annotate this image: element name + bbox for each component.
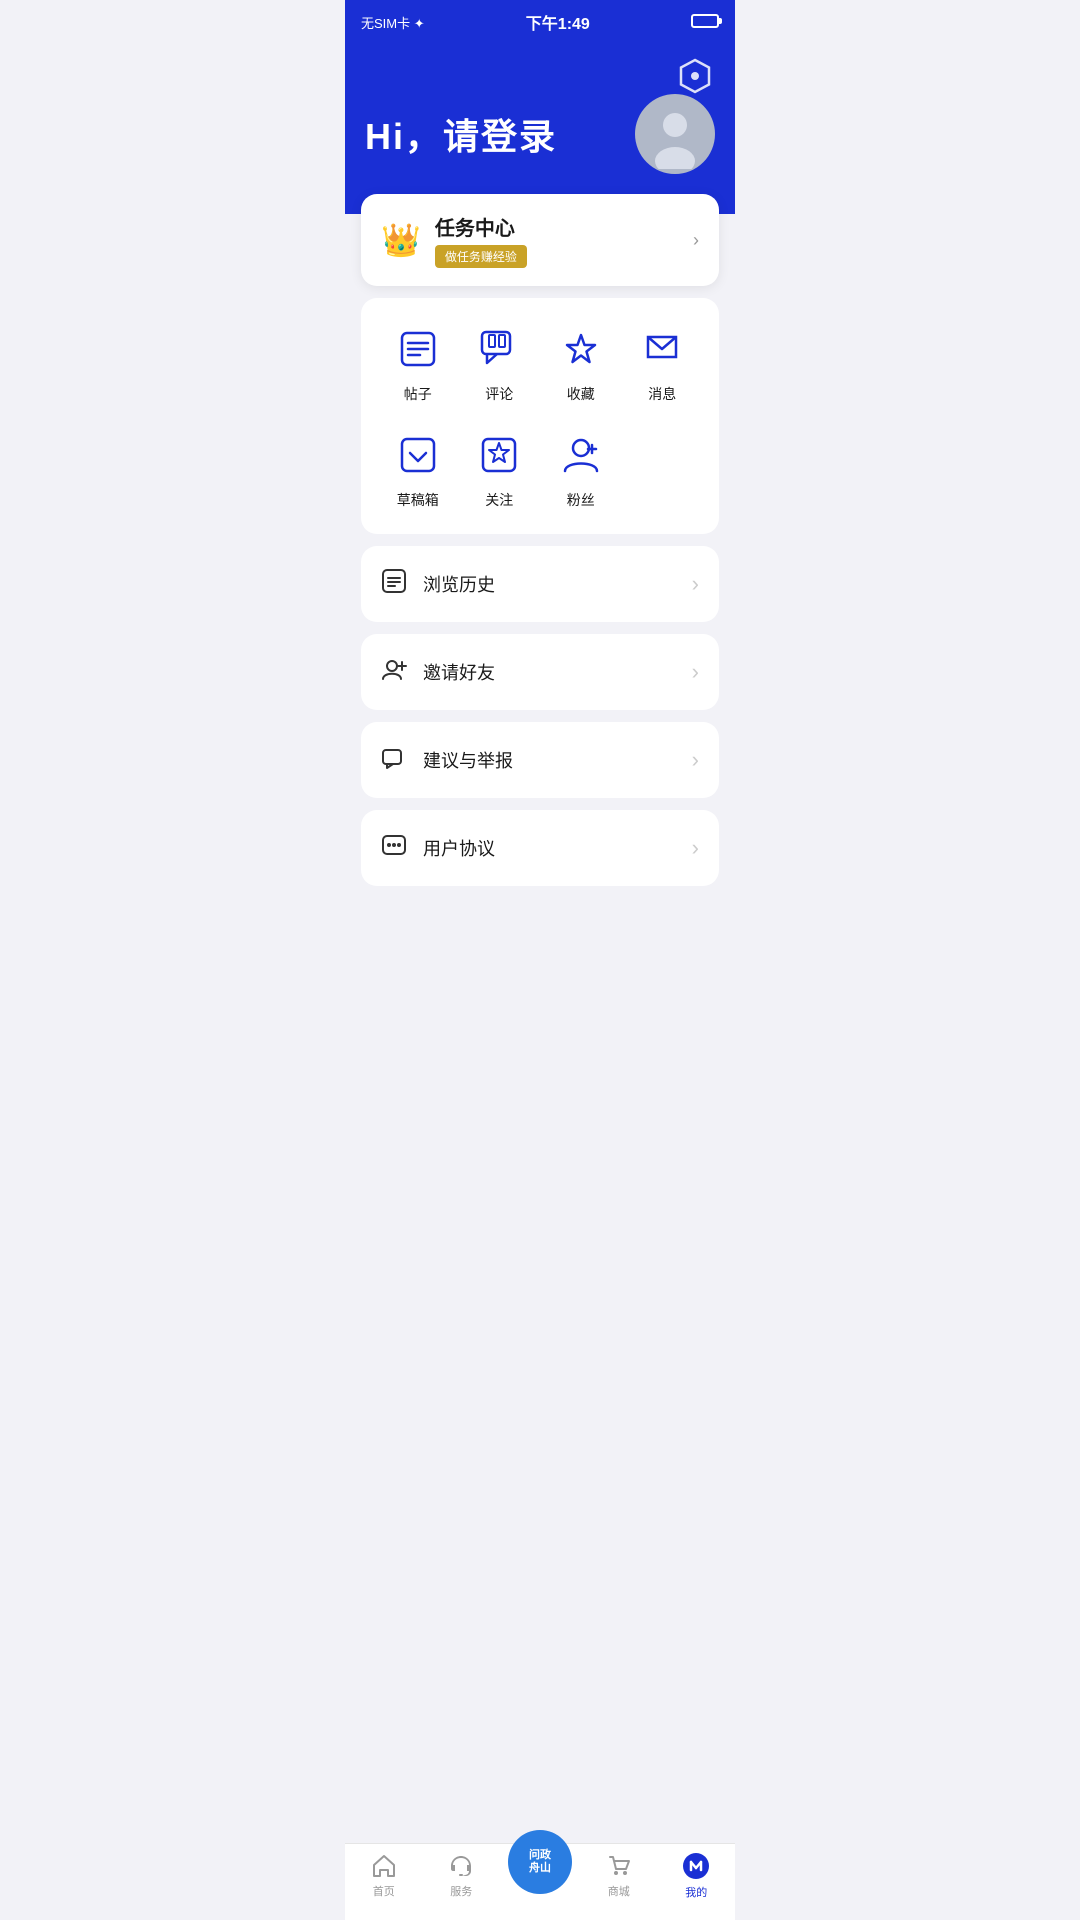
invite-friends-chevron: › bbox=[692, 659, 699, 685]
icons-card: 帖子 评论 收藏 bbox=[361, 298, 719, 534]
drafts-icon-item[interactable]: 草稿箱 bbox=[383, 428, 453, 510]
invite-friends-label: 邀请好友 bbox=[423, 659, 495, 685]
favorites-icon bbox=[554, 322, 608, 376]
tab-center[interactable]: 问政舟山 bbox=[500, 1858, 580, 1894]
user-agreement-chevron: › bbox=[692, 835, 699, 861]
user-agreement-item[interactable]: 用户协议 › bbox=[361, 810, 719, 886]
browse-history-item[interactable]: 浏览历史 › bbox=[361, 546, 719, 622]
feedback-icon bbox=[381, 744, 407, 776]
crown-icon: 👑 bbox=[381, 221, 421, 259]
task-center-card[interactable]: 👑 任务中心 做任务赚经验 › bbox=[361, 194, 719, 286]
tab-home[interactable]: 首页 bbox=[345, 1853, 423, 1899]
browse-history-left: 浏览历史 bbox=[381, 568, 495, 600]
feedback-item[interactable]: 建议与举报 › bbox=[361, 722, 719, 798]
messages-label: 消息 bbox=[648, 384, 676, 404]
center-button[interactable]: 问政舟山 bbox=[508, 1830, 572, 1894]
browse-history-icon bbox=[381, 568, 407, 600]
feedback-label: 建议与举报 bbox=[423, 747, 513, 773]
task-left: 👑 任务中心 做任务赚经验 bbox=[381, 212, 527, 268]
messages-icon-item[interactable]: 消息 bbox=[627, 322, 697, 404]
header-area: Hi，请登录 bbox=[345, 44, 735, 214]
tab-mine[interactable]: 我的 bbox=[658, 1852, 736, 1900]
following-icon bbox=[472, 428, 526, 482]
user-agreement-label: 用户协议 bbox=[423, 835, 495, 861]
status-bar: 无SIM卡 ✦ 下午1:49 bbox=[345, 0, 735, 44]
center-button-label: 问政舟山 bbox=[529, 1849, 551, 1875]
feedback-left: 建议与举报 bbox=[381, 744, 513, 776]
task-chevron-icon: › bbox=[693, 230, 699, 251]
following-icon-item[interactable]: 关注 bbox=[464, 428, 534, 510]
feedback-chevron: › bbox=[692, 747, 699, 773]
home-icon bbox=[371, 1853, 397, 1879]
drafts-label: 草稿箱 bbox=[397, 490, 439, 510]
service-label: 服务 bbox=[450, 1883, 472, 1899]
drafts-icon bbox=[391, 428, 445, 482]
status-left: 无SIM卡 ✦ bbox=[361, 13, 425, 32]
status-right bbox=[691, 14, 719, 31]
tab-shop[interactable]: 商城 bbox=[580, 1853, 658, 1899]
fans-label: 粉丝 bbox=[567, 490, 595, 510]
settings-button[interactable] bbox=[675, 56, 715, 96]
posts-icon bbox=[391, 322, 445, 376]
favorites-icon-item[interactable]: 收藏 bbox=[546, 322, 616, 404]
task-badge: 做任务赚经验 bbox=[435, 245, 527, 268]
fans-icon-item[interactable]: 粉丝 bbox=[546, 428, 616, 510]
invite-friends-left: 邀请好友 bbox=[381, 656, 495, 688]
tab-service[interactable]: 服务 bbox=[423, 1853, 501, 1899]
no-sim-text: 无SIM卡 ✦ bbox=[361, 13, 425, 32]
mine-icon bbox=[682, 1852, 710, 1880]
following-label: 关注 bbox=[485, 490, 513, 510]
comments-label: 评论 bbox=[485, 384, 513, 404]
status-time: 下午1:49 bbox=[526, 10, 590, 34]
task-title: 任务中心 bbox=[435, 212, 527, 241]
invite-friends-item[interactable]: 邀请好友 › bbox=[361, 634, 719, 710]
tab-bar: 首页 服务 问政舟山 商城 我的 bbox=[345, 1843, 735, 1920]
messages-icon bbox=[635, 322, 689, 376]
icons-row-2: 草稿箱 关注 粉丝 bbox=[377, 428, 703, 510]
user-agreement-icon bbox=[381, 832, 407, 864]
battery-icon bbox=[691, 14, 719, 31]
comments-icon-item[interactable]: 评论 bbox=[464, 322, 534, 404]
service-icon bbox=[448, 1853, 474, 1879]
home-label: 首页 bbox=[373, 1883, 395, 1899]
browse-history-chevron: › bbox=[692, 571, 699, 597]
icons-row-1: 帖子 评论 收藏 bbox=[377, 322, 703, 404]
shop-label: 商城 bbox=[608, 1883, 630, 1899]
browse-history-label: 浏览历史 bbox=[423, 571, 495, 597]
avatar[interactable] bbox=[635, 94, 715, 174]
greeting-text[interactable]: Hi，请登录 bbox=[365, 108, 557, 160]
header-content: Hi，请登录 bbox=[365, 94, 715, 174]
fans-icon bbox=[554, 428, 608, 482]
posts-icon-item[interactable]: 帖子 bbox=[383, 322, 453, 404]
posts-label: 帖子 bbox=[404, 384, 432, 404]
menu-section: 浏览历史 › 邀请好友 › bbox=[361, 546, 719, 886]
comments-icon bbox=[472, 322, 526, 376]
favorites-label: 收藏 bbox=[567, 384, 595, 404]
user-agreement-left: 用户协议 bbox=[381, 832, 495, 864]
invite-friends-icon bbox=[381, 656, 407, 688]
mine-label: 我的 bbox=[685, 1884, 707, 1900]
shop-icon bbox=[606, 1853, 632, 1879]
task-text-area: 任务中心 做任务赚经验 bbox=[435, 212, 527, 268]
